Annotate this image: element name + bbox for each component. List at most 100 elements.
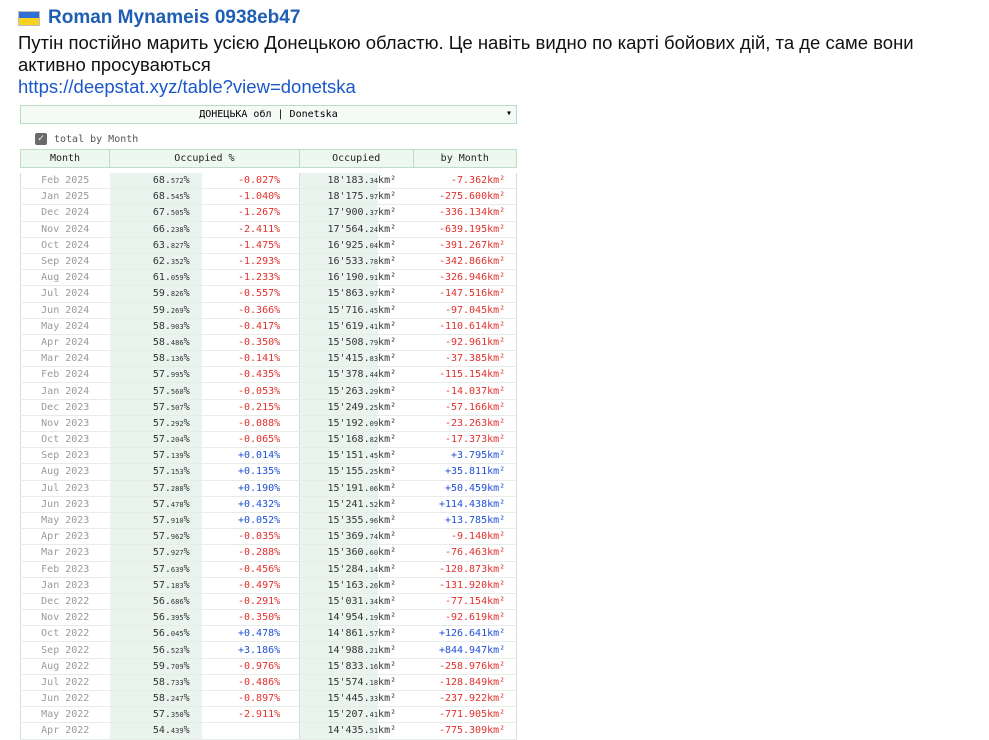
pct-unit: %	[183, 463, 203, 481]
occupied-area-cell: 18'183.34	[298, 173, 379, 190]
occupied-pct-cell: 58.486	[109, 334, 184, 352]
pct-unit: %	[183, 641, 203, 659]
table-row: Apr 2024 58.486% -0.350% 15'508.79 km² -92.96…	[20, 334, 518, 352]
occupied-area-cell: 15'249.25	[298, 399, 379, 416]
area-change-unit: km²	[487, 204, 518, 222]
area-unit: km²	[378, 674, 414, 692]
post-link[interactable]: https://deepstat.xyz/table?view=donetska	[18, 76, 983, 98]
occupied-area-cell: 16'190.91	[298, 269, 379, 287]
pct-change-cell: -0.497	[202, 577, 275, 594]
area-change-cell: +114.438	[413, 496, 488, 513]
area-change-cell: -57.166	[413, 399, 488, 416]
area-change-unit: km²	[487, 399, 518, 416]
pct-change-unit: %	[274, 447, 300, 465]
occupied-area-cell: 15'168.82	[298, 431, 379, 449]
area-unit: km²	[378, 188, 414, 206]
area-change-cell: -76.463	[413, 544, 488, 562]
occupied-area-cell: 15'163.26	[298, 577, 379, 594]
header-occupied[interactable]: Occupied	[298, 149, 414, 168]
month-cell: Jun 2023	[20, 496, 110, 513]
area-change-unit: km²	[487, 431, 518, 449]
pct-change-unit: %	[274, 577, 300, 594]
pct-change-cell: +3.186	[202, 641, 275, 659]
occupied-pct-cell: 59.709	[109, 658, 184, 675]
month-cell: Feb 2023	[20, 561, 110, 578]
pct-change-cell: +0.135	[202, 463, 275, 481]
occupied-area-cell: 15'445.33	[298, 690, 379, 708]
table-row: Sep 2023 57.139% +0.014% 15'151.45 km² +3.795…	[20, 447, 518, 465]
header-occupied-pct[interactable]: Occupied %	[109, 149, 300, 168]
area-change-unit: km²	[487, 366, 518, 384]
occupied-area-cell: 15'369.74	[298, 528, 379, 546]
pct-unit: %	[183, 480, 203, 497]
pct-change-cell: +0.014	[202, 447, 275, 465]
area-unit: km²	[378, 706, 414, 724]
pct-change-cell: -0.215	[202, 399, 275, 416]
occupied-area-cell: 15'716.45	[298, 302, 379, 319]
occupied-area-cell: 17'564.24	[298, 221, 379, 238]
pct-change-cell: -0.486	[202, 674, 275, 692]
header-by-month[interactable]: by Month	[412, 149, 518, 168]
area-change-unit: km²	[487, 625, 518, 643]
pct-change-cell: -0.141	[202, 350, 275, 368]
area-change-cell: +844.947	[413, 641, 488, 659]
area-unit: km²	[378, 415, 414, 433]
pct-unit: %	[183, 382, 203, 400]
table-row: Nov 2023 57.292% -0.088% 15'192.09 km² -23.26…	[20, 415, 518, 433]
area-unit: km²	[378, 431, 414, 449]
occupied-pct-cell: 61.059	[109, 269, 184, 287]
table-row: Jul 2024 59.826% -0.557% 15'863.97 km² -147.5…	[20, 285, 518, 303]
area-change-cell: -120.873	[413, 561, 488, 578]
area-unit: km²	[378, 318, 414, 335]
pct-change-cell: +0.052	[202, 512, 275, 530]
occupied-pct-cell: 57.927	[109, 544, 184, 562]
header-month[interactable]: Month	[20, 149, 110, 168]
author-name[interactable]: Roman Mynameis 0938eb47	[48, 7, 300, 29]
pct-change-unit: %	[274, 593, 300, 611]
area-change-cell: -92.619	[413, 609, 488, 627]
pct-change-unit: %	[274, 480, 300, 497]
area-change-cell: -391.267	[413, 237, 488, 254]
table-row: Feb 2024 57.995% -0.435% 15'378.44 km² -115.1…	[20, 366, 518, 384]
pct-unit: %	[183, 722, 203, 740]
area-change-cell: -37.385	[413, 350, 488, 368]
occupied-pct-cell: 62.352	[109, 253, 184, 271]
occupied-area-cell: 14'435.51	[298, 722, 379, 740]
table-row: Apr 2022 54.439% 14'435.51 km² -775.309 km²	[20, 722, 518, 740]
occupied-area-cell: 14'988.21	[298, 641, 379, 659]
occupied-area-cell: 15'192.09	[298, 415, 379, 433]
pct-unit: %	[183, 415, 203, 433]
table-row: Jun 2024 59.269% -0.366% 15'716.45 km² -97.04…	[20, 302, 518, 319]
post-author[interactable]: Roman Mynameis 0938eb47	[18, 7, 983, 29]
pct-unit: %	[183, 431, 203, 449]
area-change-unit: km²	[487, 706, 518, 724]
area-change-cell: +35.811	[413, 463, 488, 481]
area-unit: km²	[378, 173, 414, 190]
month-cell: Jul 2023	[20, 480, 110, 497]
checkbox-icon[interactable]: ✓	[35, 133, 47, 145]
area-unit: km²	[378, 334, 414, 352]
area-change-unit: km²	[487, 463, 518, 481]
occupied-area-cell: 15'619.41	[298, 318, 379, 335]
area-change-unit: km²	[487, 318, 518, 335]
pct-change-cell: -0.291	[202, 593, 275, 611]
region-select[interactable]: ДОНЕЦЬКА обл | Donetska ▾	[20, 105, 517, 124]
pct-change-cell: -0.088	[202, 415, 275, 433]
pct-change-unit: %	[274, 366, 300, 384]
month-cell: Sep 2024	[20, 253, 110, 271]
month-cell: May 2023	[20, 512, 110, 530]
table-row: Sep 2024 62.352% -1.293% 16'533.78 km² -342.8…	[20, 253, 518, 271]
area-change-cell: -326.946	[413, 269, 488, 287]
area-change-unit: km²	[487, 302, 518, 319]
occupation-table: Month Occupied % Occupied by Month Feb 2…	[20, 149, 518, 740]
area-change-cell: -128.849	[413, 674, 488, 692]
pct-change-unit: %	[274, 706, 300, 724]
area-change-cell: -17.373	[413, 431, 488, 449]
area-change-unit: km²	[487, 447, 518, 465]
total-by-month-toggle[interactable]: ✓ total by Month	[20, 129, 517, 149]
month-cell: Dec 2023	[20, 399, 110, 416]
table-row: Jan 2024 57.560% -0.053% 15'263.29 km² -14.03…	[20, 382, 518, 400]
pct-change-cell: -0.350	[202, 609, 275, 627]
pct-change-cell: -1.267	[202, 204, 275, 222]
table-row: Aug 2023 57.153% +0.135% 15'155.25 km² +35.81…	[20, 463, 518, 481]
